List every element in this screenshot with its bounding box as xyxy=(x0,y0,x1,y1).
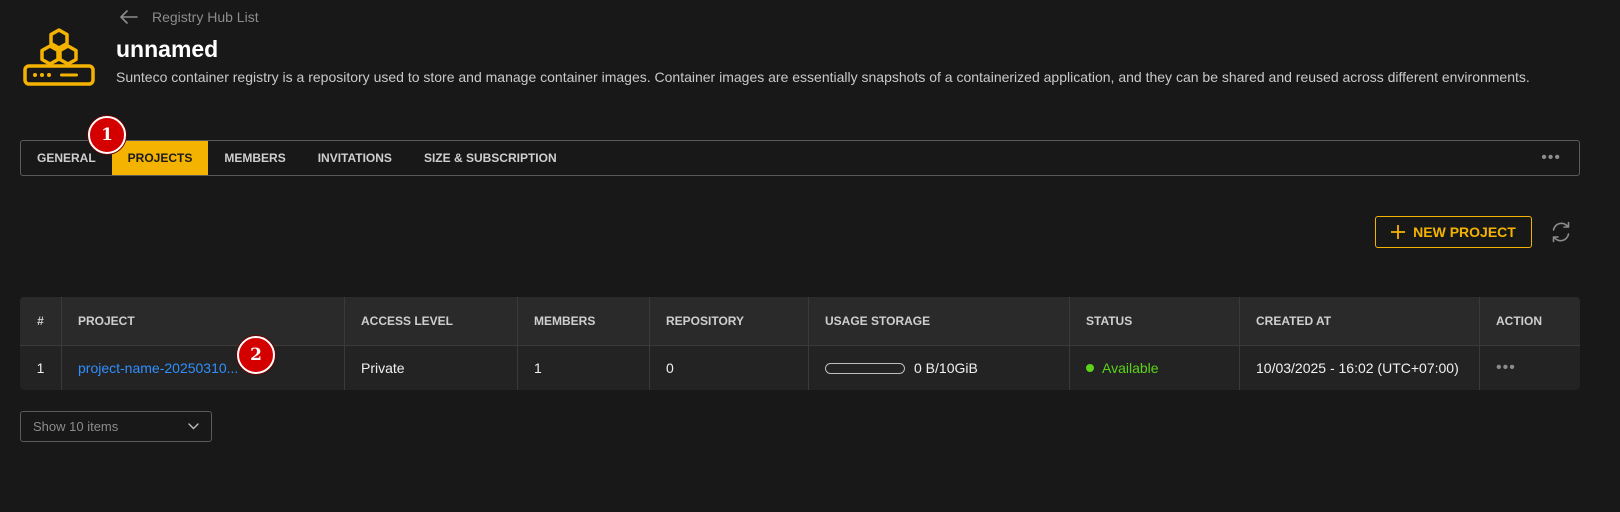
page-size-label: Show 10 items xyxy=(33,419,119,434)
members-value: 1 xyxy=(518,346,650,390)
row-actions-icon[interactable]: ••• xyxy=(1496,359,1516,377)
storage-usage-value: 0 B/10GiB xyxy=(914,360,978,376)
column-header-usage-storage: USAGE STORAGE xyxy=(809,297,1070,345)
step-badge-2: 2 xyxy=(237,336,275,374)
page-description: Sunteco container registry is a reposito… xyxy=(116,69,1530,85)
access-level-value: Private xyxy=(345,346,518,390)
storage-usage-bar xyxy=(825,362,905,374)
project-cell: project-name-20250310... xyxy=(62,346,345,390)
status-cell: Available xyxy=(1070,346,1240,390)
page-title: unnamed xyxy=(116,36,219,62)
status-dot-icon xyxy=(1086,364,1094,372)
column-header-created-at: CREATED AT xyxy=(1240,297,1480,345)
column-header-repository: REPOSITORY xyxy=(650,297,809,345)
repository-value: 0 xyxy=(650,346,809,390)
step-badge-1: 1 xyxy=(88,116,126,154)
back-link-label: Registry Hub List xyxy=(152,9,259,25)
arrow-left-icon xyxy=(120,10,138,24)
action-cell: ••• xyxy=(1480,346,1580,390)
refresh-icon[interactable] xyxy=(1549,220,1573,244)
tabs-more-icon[interactable]: ••• xyxy=(1523,141,1579,175)
project-name-link[interactable]: project-name-20250310... xyxy=(78,360,238,376)
column-header-status: STATUS xyxy=(1070,297,1240,345)
tab-invitations[interactable]: INVITATIONS xyxy=(302,141,408,175)
new-project-label: NEW PROJECT xyxy=(1413,224,1516,240)
column-header-access-level: ACCESS LEVEL xyxy=(345,297,518,345)
tab-size-subscription[interactable]: SIZE & SUBSCRIPTION xyxy=(408,141,573,175)
tab-projects[interactable]: PROJECTS xyxy=(111,141,209,175)
column-header-members: MEMBERS xyxy=(518,297,650,345)
column-header-action: ACTION xyxy=(1496,314,1542,328)
row-index: 1 xyxy=(20,346,62,390)
column-header-index: # xyxy=(20,297,62,345)
created-at-value: 10/03/2025 - 16:02 (UTC+07:00) xyxy=(1240,346,1480,390)
chevron-down-icon xyxy=(188,423,199,430)
tab-bar: GENERAL PROJECTS MEMBERS INVITATIONS SIZ… xyxy=(20,140,1580,176)
plus-icon xyxy=(1391,225,1406,239)
new-project-button[interactable]: NEW PROJECT xyxy=(1375,216,1532,248)
status-badge: Available xyxy=(1086,360,1159,376)
column-header-project: PROJECT xyxy=(62,297,345,345)
status-label: Available xyxy=(1102,360,1159,376)
registry-logo-icon xyxy=(22,28,96,93)
page-size-select[interactable]: Show 10 items xyxy=(20,411,212,442)
back-link[interactable]: Registry Hub List xyxy=(120,9,259,25)
usage-storage-cell: 0 B/10GiB xyxy=(809,346,1070,390)
tab-members[interactable]: MEMBERS xyxy=(208,141,301,175)
